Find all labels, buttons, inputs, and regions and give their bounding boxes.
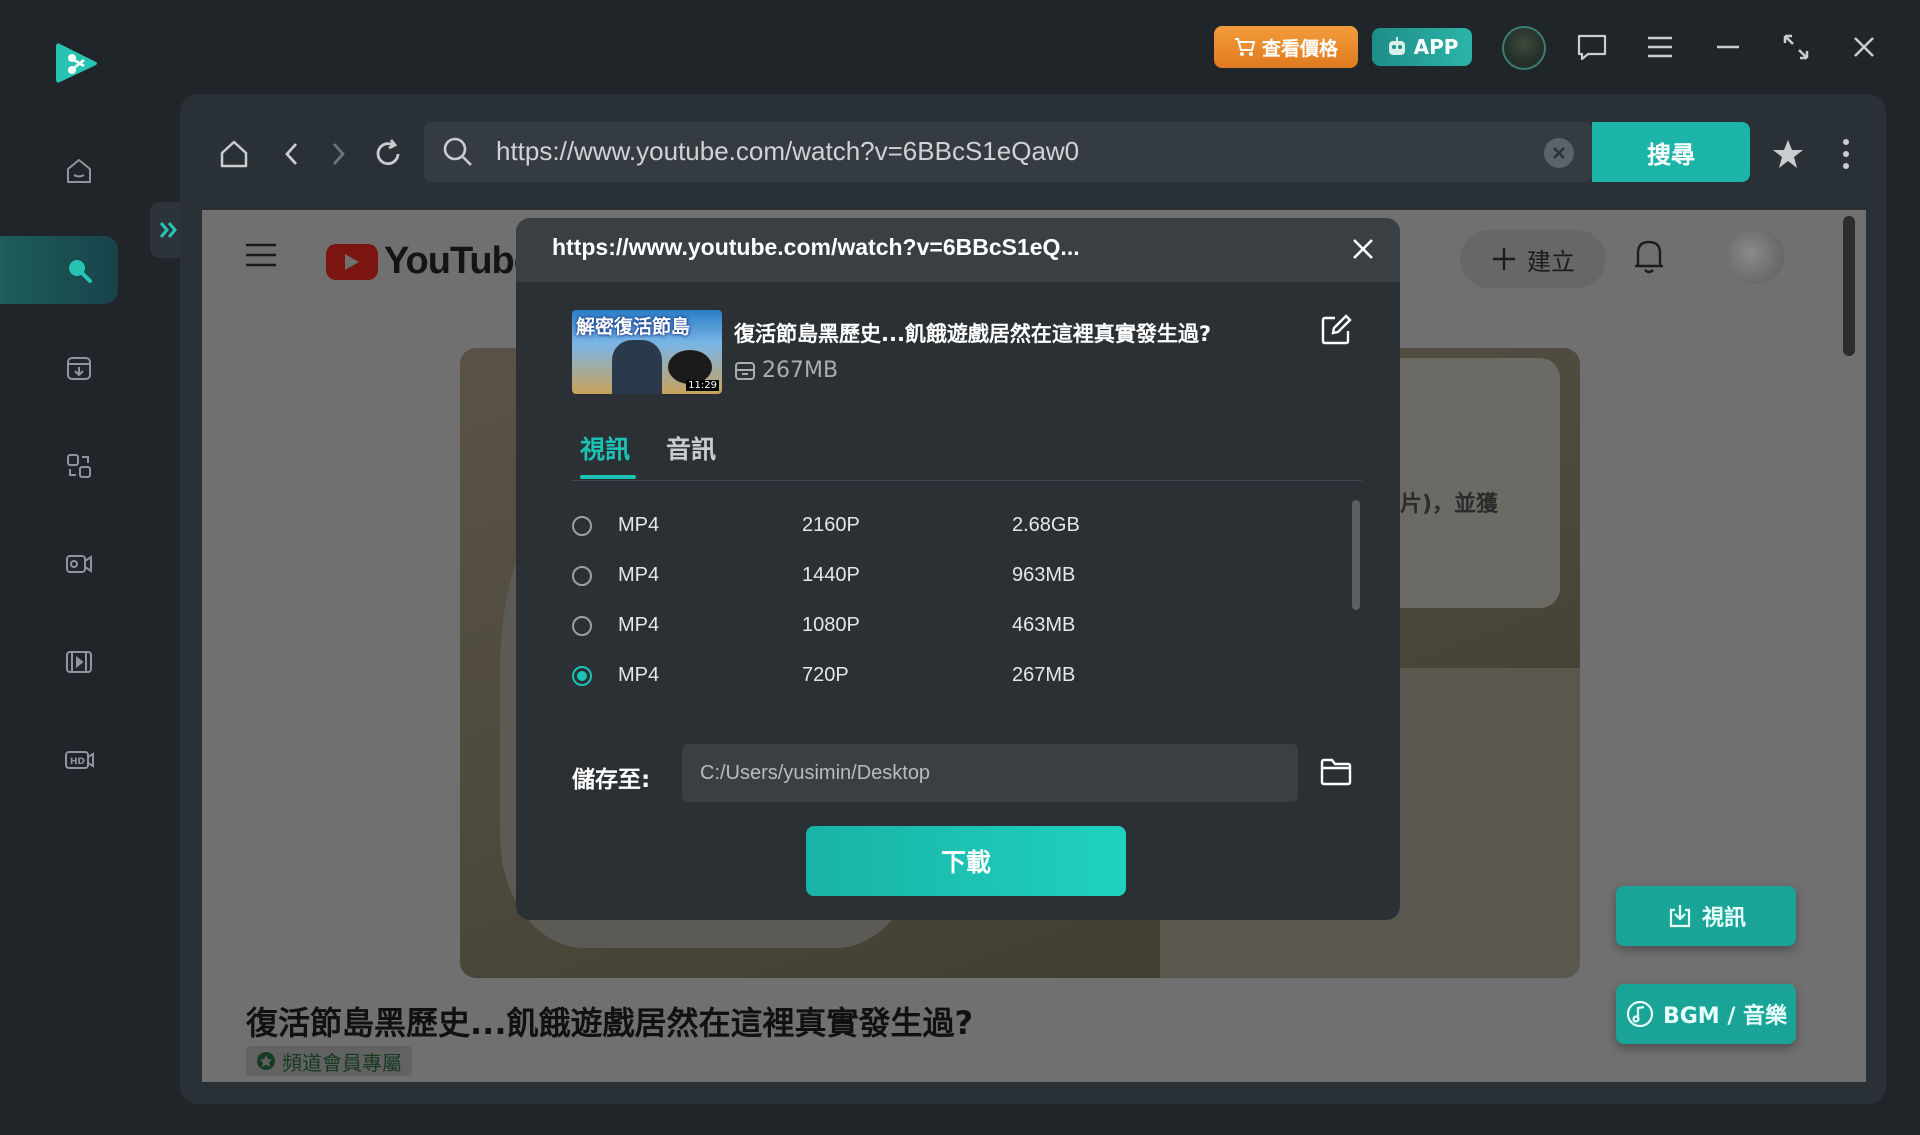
close-window-icon[interactable] (1842, 25, 1886, 69)
view-price-label: 查看價格 (1261, 37, 1338, 60)
format-resolution: 720P (802, 664, 849, 686)
dialog-title: https://www.youtube.com/watch?v=6BBcS1eQ… (552, 234, 1080, 260)
sidebar-hd-icon[interactable]: HD (54, 735, 104, 785)
format-radio[interactable] (572, 616, 592, 636)
more-options-icon[interactable] (1824, 132, 1868, 176)
youtube-play-icon (326, 243, 378, 280)
dialog-video-title: 復活節島黑歷史...飢餓遊戲居然在這裡真實發生過? (734, 322, 1212, 346)
cart-icon (1234, 38, 1256, 56)
floating-bgm-button[interactable]: BGM / 音樂 (1616, 984, 1796, 1044)
format-resolution: 2160P (802, 514, 860, 536)
yt-video-title: 復活節島黑歷史...飢餓遊戲居然在這裡真實發生過? (246, 1004, 974, 1042)
forward-icon[interactable] (316, 132, 360, 176)
format-radio[interactable] (572, 516, 592, 536)
app-button[interactable]: APP (1372, 28, 1472, 66)
tab-video[interactable]: 視訊 (580, 430, 630, 466)
yt-account-avatar[interactable] (1728, 228, 1784, 284)
format-resolution: 1440P (802, 564, 860, 586)
floating-bgm-label: BGM / 音樂 (1662, 1004, 1788, 1029)
format-size: 267MB (1012, 664, 1076, 686)
music-icon (1626, 1000, 1654, 1028)
format-type: MP4 (618, 664, 660, 686)
thumbnail-figure (612, 340, 662, 394)
sidebar-search-icon[interactable] (54, 245, 104, 295)
bookmark-star-icon[interactable] (1766, 132, 1810, 176)
youtube-wordmark: YouTube (384, 240, 535, 282)
search-button[interactable]: 搜尋 (1592, 122, 1750, 182)
format-type: MP4 (618, 514, 660, 536)
maximize-icon[interactable] (1774, 25, 1818, 69)
sidebar-player-icon[interactable] (54, 637, 104, 687)
app-logo-icon (52, 38, 102, 88)
format-resolution: 1080P (802, 614, 860, 636)
file-size-icon (735, 361, 755, 380)
sidebar-home-icon[interactable] (54, 146, 104, 196)
active-tab-indicator (580, 475, 636, 479)
thumbnail-caption: 解密復活節島 (576, 316, 691, 338)
view-price-button[interactable]: 查看價格 (1214, 26, 1358, 68)
yt-menu-icon[interactable] (244, 242, 278, 272)
edit-title-icon[interactable] (1316, 310, 1356, 350)
download-dialog: https://www.youtube.com/watch?v=6BBcS1eQ… (516, 218, 1400, 920)
reload-icon[interactable] (366, 132, 410, 176)
format-option-row[interactable]: MP4 1080P 463MB (572, 608, 1312, 648)
dialog-close-icon[interactable] (1346, 232, 1380, 266)
yt-create-button[interactable]: 建立 (1460, 230, 1606, 288)
format-option-row[interactable]: MP4 2160P 2.68GB (572, 508, 1312, 548)
svg-text:HD: HD (70, 757, 85, 767)
app-button-label: APP (1413, 35, 1459, 59)
file-size-value: 267MB (762, 358, 839, 383)
back-icon[interactable] (270, 132, 314, 176)
floating-video-label: 視訊 (1701, 906, 1746, 931)
tab-audio[interactable]: 音訊 (666, 430, 716, 466)
save-to-label: 儲存至: (572, 767, 651, 793)
yt-create-label: 建立 (1527, 247, 1575, 276)
format-option-row[interactable]: MP4 1440P 963MB (572, 558, 1312, 598)
page-scrollbar[interactable] (1843, 216, 1855, 356)
url-search-icon (440, 134, 476, 174)
format-radio[interactable] (572, 566, 592, 586)
folder-icon[interactable] (1316, 752, 1356, 792)
star-badge-icon (257, 1052, 275, 1070)
save-path-field[interactable]: C:/Users/yusimin/Desktop (682, 744, 1298, 802)
thumbnail-duration: 11:29 (686, 380, 719, 391)
format-option-row[interactable]: MP4 720P 267MB (572, 658, 1312, 698)
sidebar-convert-icon[interactable] (54, 441, 104, 491)
minimize-icon[interactable] (1706, 25, 1750, 69)
format-size: 963MB (1012, 564, 1076, 586)
format-list-scrollbar[interactable] (1352, 500, 1360, 610)
browser-home-icon[interactable] (212, 132, 256, 176)
download-icon (1669, 905, 1691, 928)
format-type: MP4 (618, 564, 660, 586)
format-size: 463MB (1012, 614, 1076, 636)
video-thumbnail: 解密復活節島 11:29 (572, 310, 722, 394)
app-window: HD 查看價格 APP https://www.youtube.com/watc… (0, 0, 1920, 1135)
dialog-file-size: 267MB (734, 358, 838, 383)
format-radio-selected[interactable] (572, 666, 592, 686)
plus-icon (1493, 248, 1515, 270)
sidebar-record-icon[interactable] (54, 539, 104, 589)
member-only-badge: 頻道會員專屬 (246, 1046, 412, 1076)
tab-divider (572, 480, 1362, 481)
menu-icon[interactable] (1638, 25, 1682, 69)
download-button[interactable]: 下載 (806, 826, 1126, 896)
notification-bell-icon[interactable] (1632, 236, 1666, 280)
thumbnail-figure (668, 350, 712, 384)
feedback-icon[interactable] (1570, 25, 1614, 69)
member-only-label: 頻道會員專屬 (282, 1050, 402, 1075)
clear-url-icon[interactable] (1544, 138, 1574, 168)
floating-video-download-button[interactable]: 視訊 (1616, 886, 1796, 946)
robot-icon (1388, 37, 1405, 55)
sidebar-download-icon[interactable] (54, 343, 104, 393)
user-avatar[interactable] (1502, 26, 1546, 70)
url-input[interactable]: https://www.youtube.com/watch?v=6BBcS1eQ… (496, 136, 1079, 167)
format-type: MP4 (618, 614, 660, 636)
format-size: 2.68GB (1012, 514, 1080, 536)
